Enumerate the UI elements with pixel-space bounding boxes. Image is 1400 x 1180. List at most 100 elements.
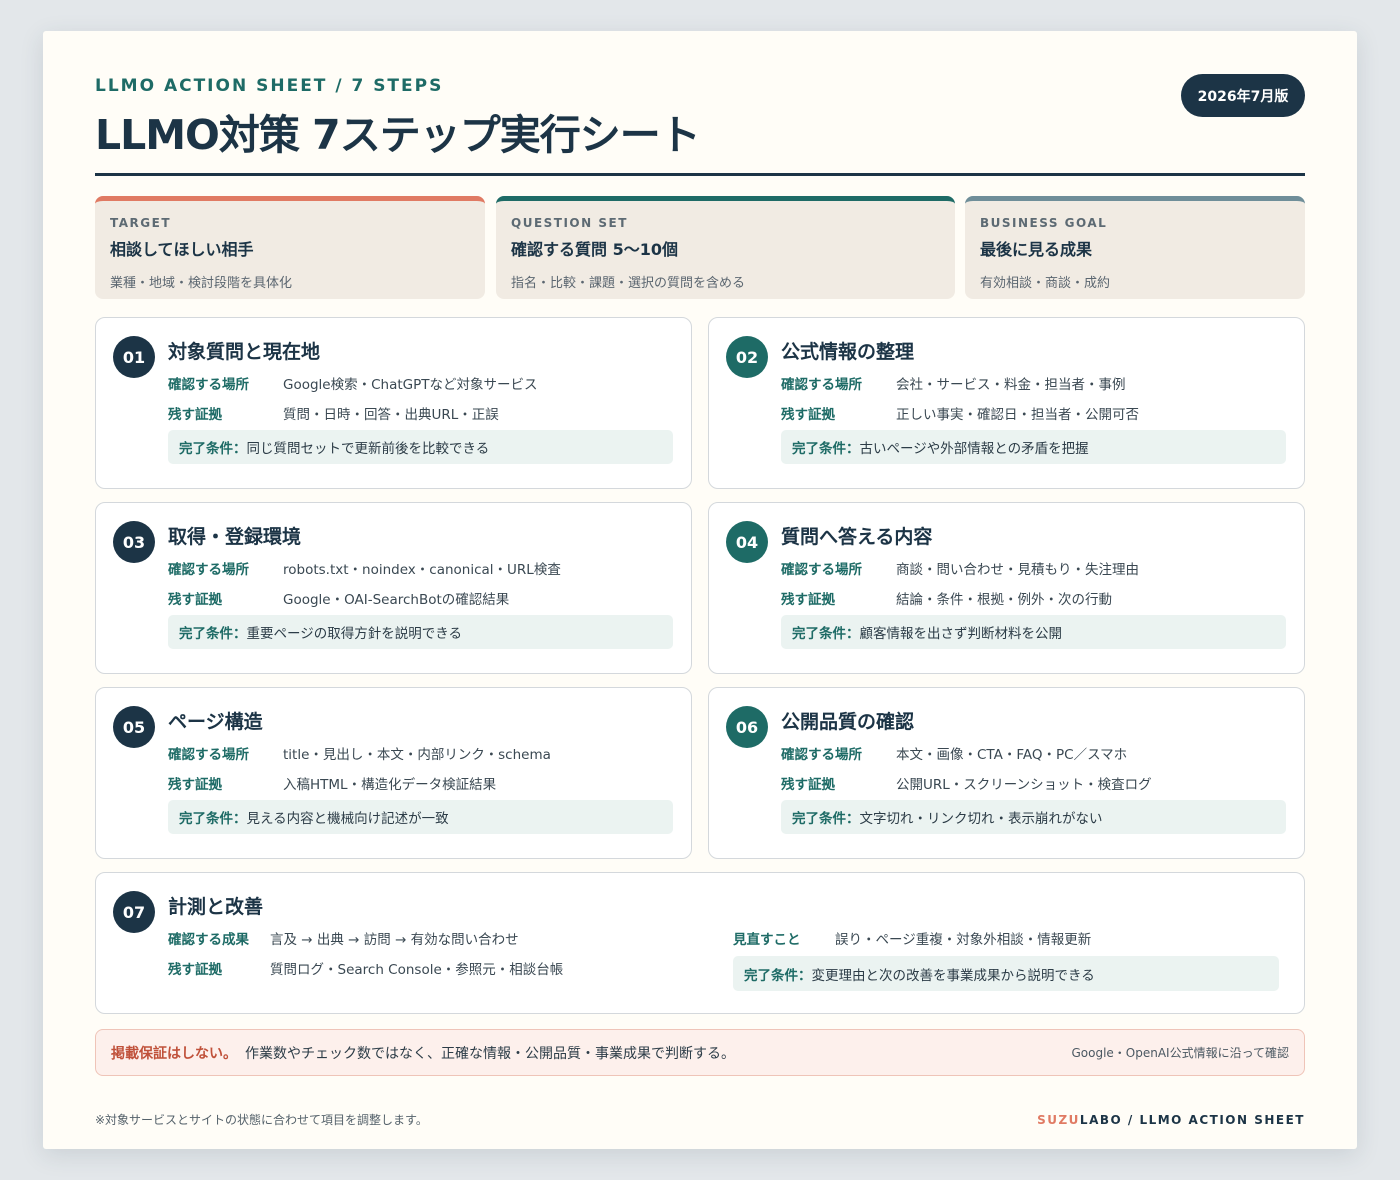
- step-row-location: 確認する場所 会社・サービス・料金・担当者・事例: [781, 373, 1126, 393]
- row-value: title・見出し・本文・内部リンク・schema: [283, 747, 551, 763]
- row-key: 残す証拠: [781, 592, 835, 608]
- step-number-badge: 07: [113, 891, 155, 933]
- step-title: ページ構造: [168, 711, 263, 733]
- completion-condition: 完了条件： 見える内容と機械向け記述が一致: [168, 800, 673, 834]
- step-row-location: 確認する場所 title・見出し・本文・内部リンク・schema: [168, 743, 551, 763]
- brand-mark: SUZULABO / LLMO ACTION SHEET: [1037, 1113, 1305, 1127]
- completion-text: 文字切れ・リンク切れ・表示崩れがない: [859, 811, 1103, 827]
- row-value: 正しい事実・確認日・担当者・公開可否: [896, 407, 1139, 423]
- card-sub: 業種・地域・検討段階を具体化: [110, 276, 293, 291]
- row-value: 質問・日時・回答・出典URL・正誤: [283, 407, 499, 423]
- card-label: BUSINESS GOAL: [980, 216, 1108, 230]
- card-heading: 相談してほしい相手: [110, 240, 254, 259]
- completion-text: 変更理由と次の改善を事業成果から説明できる: [811, 967, 1095, 984]
- step-card-03: 03 取得・登録環境 確認する場所 robots.txt・noindex・cano…: [95, 502, 692, 674]
- notice-source: Google・OpenAI公式情報に沿って確認: [1071, 1046, 1289, 1060]
- row-value: 本文・画像・CTA・FAQ・PC／スマホ: [896, 747, 1128, 763]
- step-number-badge: 06: [726, 706, 768, 748]
- completion-condition: 完了条件： 同じ質問セットで更新前後を比較できる: [168, 430, 673, 464]
- row-value: 誤り・ページ重複・対象外相談・情報更新: [835, 932, 1092, 948]
- step-title: 計測と改善: [168, 896, 264, 918]
- card-heading: 確認する質問 5〜10個: [511, 240, 678, 259]
- completion-text: 重要ページの取得方針を説明できる: [246, 626, 462, 642]
- step-row-evidence: 残す証拠 質問ログ・Search Console・参照元・相談台帳: [168, 958, 563, 978]
- disclaimer-notice: 掲載保証はしない。 作業数やチェック数ではなく、正確な情報・公開品質・事業成果で…: [95, 1029, 1305, 1076]
- row-value: 言及 → 出典 → 訪問 → 有効な問い合わせ: [270, 932, 519, 948]
- row-value: 商談・問い合わせ・見積もり・失注理由: [896, 562, 1139, 578]
- card-heading: 最後に見る成果: [980, 240, 1093, 259]
- completion-condition: 完了条件： 重要ページの取得方針を説明できる: [168, 615, 673, 649]
- card-sub: 有効相談・商談・成約: [980, 276, 1111, 291]
- row-key: 残す証拠: [168, 592, 222, 608]
- row-key: 残す証拠: [168, 777, 222, 793]
- row-value: 公開URL・スクリーンショット・検査ログ: [896, 777, 1152, 793]
- step-number-badge: 05: [113, 706, 155, 748]
- notice-warning: 掲載保証はしない。: [111, 1045, 237, 1062]
- step-number-badge: 01: [113, 336, 155, 378]
- brand-rest: LABO / LLMO ACTION SHEET: [1079, 1113, 1305, 1127]
- completion-condition: 完了条件： 古いページや外部情報との矛盾を把握: [781, 430, 1286, 464]
- step-card-06: 06 公開品質の確認 確認する場所 本文・画像・CTA・FAQ・PC／スマホ 残す…: [708, 687, 1305, 859]
- completion-text: 古いページや外部情報との矛盾を把握: [859, 441, 1089, 457]
- step-title: 取得・登録環境: [168, 526, 302, 548]
- row-key: 確認する場所: [781, 562, 862, 578]
- completion-condition: 完了条件： 顧客情報を出さず判断材料を公開: [781, 615, 1286, 649]
- completion-label: 完了条件：: [179, 441, 247, 457]
- completion-label: 完了条件：: [792, 626, 860, 642]
- step-row-evidence: 残す証拠 入稿HTML・構造化データ検証結果: [168, 773, 496, 793]
- step-card-01: 01 対象質問と現在地 確認する場所 Google検索・ChatGPTなど対象サー…: [95, 317, 692, 489]
- step-row-location: 確認する場所 商談・問い合わせ・見積もり・失注理由: [781, 558, 1139, 578]
- row-key: 確認する場所: [168, 377, 249, 393]
- step-row-location: 確認する場所 本文・画像・CTA・FAQ・PC／スマホ: [781, 743, 1127, 763]
- step-row-location: 確認する場所 robots.txt・noindex・canonical・URL検査: [168, 558, 561, 578]
- step-row-evidence: 残す証拠 正しい事実・確認日・担当者・公開可否: [781, 403, 1139, 423]
- target-card: TARGET 相談してほしい相手 業種・地域・検討段階を具体化: [95, 196, 485, 299]
- row-value: 会社・サービス・料金・担当者・事例: [896, 377, 1126, 393]
- completion-condition: 完了条件： 文字切れ・リンク切れ・表示崩れがない: [781, 800, 1286, 834]
- row-key: 残す証拠: [781, 777, 835, 793]
- step-title: 質問へ答える内容: [781, 526, 933, 548]
- brand-accent: SUZU: [1037, 1113, 1080, 1127]
- page-title: LLMO対策 7ステップ実行シート: [95, 111, 701, 159]
- row-key: 確認する場所: [168, 747, 249, 763]
- step-row-location: 確認する場所 Google検索・ChatGPTなど対象サービス: [168, 373, 538, 393]
- row-value: Google検索・ChatGPTなど対象サービス: [283, 377, 538, 393]
- completion-text: 顧客情報を出さず判断材料を公開: [859, 626, 1063, 642]
- card-label: QUESTION SET: [511, 216, 628, 230]
- completion-condition: 完了条件： 変更理由と次の改善を事業成果から説明できる: [733, 956, 1279, 991]
- step-number-badge: 03: [113, 521, 155, 563]
- step-title: 公開品質の確認: [781, 711, 915, 733]
- row-key: 確認する成果: [168, 932, 249, 948]
- step-row-evidence: 残す証拠 公開URL・スクリーンショット・検査ログ: [781, 773, 1152, 793]
- step-number-badge: 04: [726, 521, 768, 563]
- row-key: 確認する場所: [781, 377, 862, 393]
- title-divider: [95, 173, 1305, 176]
- edition-badge: 2026年7月版: [1181, 74, 1305, 117]
- row-value: Google・OAI-SearchBotの確認結果: [283, 592, 510, 608]
- step-title: 対象質問と現在地: [168, 341, 321, 363]
- row-key: 見直すこと: [733, 932, 801, 948]
- row-key: 確認する場所: [781, 747, 862, 763]
- business-goal-card: BUSINESS GOAL 最後に見る成果 有効相談・商談・成約: [965, 196, 1305, 299]
- step-row-results: 確認する成果 言及 → 出典 → 訪問 → 有効な問い合わせ: [168, 928, 519, 948]
- step-card-02: 02 公式情報の整理 確認する場所 会社・サービス・料金・担当者・事例 残す証拠 正…: [708, 317, 1305, 489]
- row-key: 残す証拠: [168, 407, 222, 423]
- question-set-card: QUESTION SET 確認する質問 5〜10個 指名・比較・課題・選択の質問…: [496, 196, 955, 299]
- row-value: 質問ログ・Search Console・参照元・相談台帳: [270, 962, 564, 978]
- step-card-05: 05 ページ構造 確認する場所 title・見出し・本文・内部リンク・schema…: [95, 687, 692, 859]
- step-card-04: 04 質問へ答える内容 確認する場所 商談・問い合わせ・見積もり・失注理由 残す証…: [708, 502, 1305, 674]
- completion-label: 完了条件：: [792, 811, 860, 827]
- completion-label: 完了条件：: [179, 811, 247, 827]
- step-row-evidence: 残す証拠 質問・日時・回答・出典URL・正誤: [168, 403, 499, 423]
- card-sub: 指名・比較・課題・選択の質問を含める: [511, 276, 746, 291]
- footnote: ※対象サービスとサイトの状態に合わせて項目を調整します。: [95, 1113, 428, 1127]
- action-sheet: LLMO ACTION SHEET / 7 STEPS LLMO対策 7ステップ…: [43, 31, 1357, 1149]
- sheet-kicker: LLMO ACTION SHEET / 7 STEPS: [95, 76, 444, 96]
- row-value: 入稿HTML・構造化データ検証結果: [283, 777, 497, 793]
- row-value: 結論・条件・根拠・例外・次の行動: [896, 592, 1112, 608]
- step-row-evidence: 残す証拠 Google・OAI-SearchBotの確認結果: [168, 588, 509, 608]
- row-key: 残す証拠: [781, 407, 835, 423]
- completion-label: 完了条件：: [744, 967, 812, 984]
- step-row-review: 見直すこと 誤り・ページ重複・対象外相談・情報更新: [733, 928, 1091, 948]
- step-number-badge: 02: [726, 336, 768, 378]
